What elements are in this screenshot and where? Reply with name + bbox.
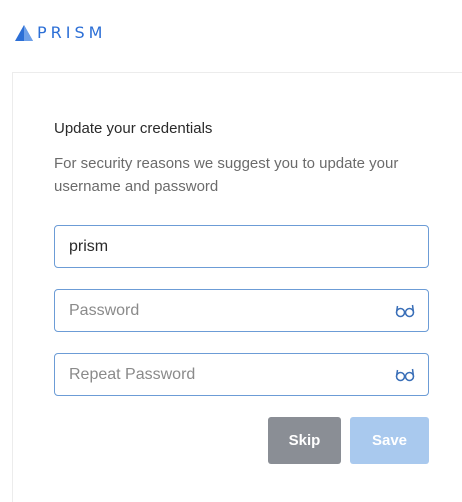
save-button[interactable]: Save [350, 417, 429, 464]
brand-name: PRISM [37, 23, 107, 42]
page: PRISM Update your credentials For securi… [0, 0, 462, 502]
password-field [54, 289, 429, 332]
show-repeat-password-icon[interactable] [394, 367, 416, 383]
card-description: For security reasons we suggest you to u… [54, 155, 399, 195]
repeat-password-input[interactable] [55, 354, 394, 395]
prism-logo-icon [14, 24, 34, 42]
password-input[interactable] [55, 290, 394, 331]
repeat-password-field [54, 353, 429, 396]
username-input[interactable] [55, 226, 428, 267]
show-password-icon[interactable] [394, 303, 416, 319]
username-field [54, 225, 429, 268]
brand-logo: PRISM [14, 22, 106, 44]
skip-button[interactable]: Skip [268, 417, 341, 464]
card-title: Update your credentials [54, 120, 213, 137]
